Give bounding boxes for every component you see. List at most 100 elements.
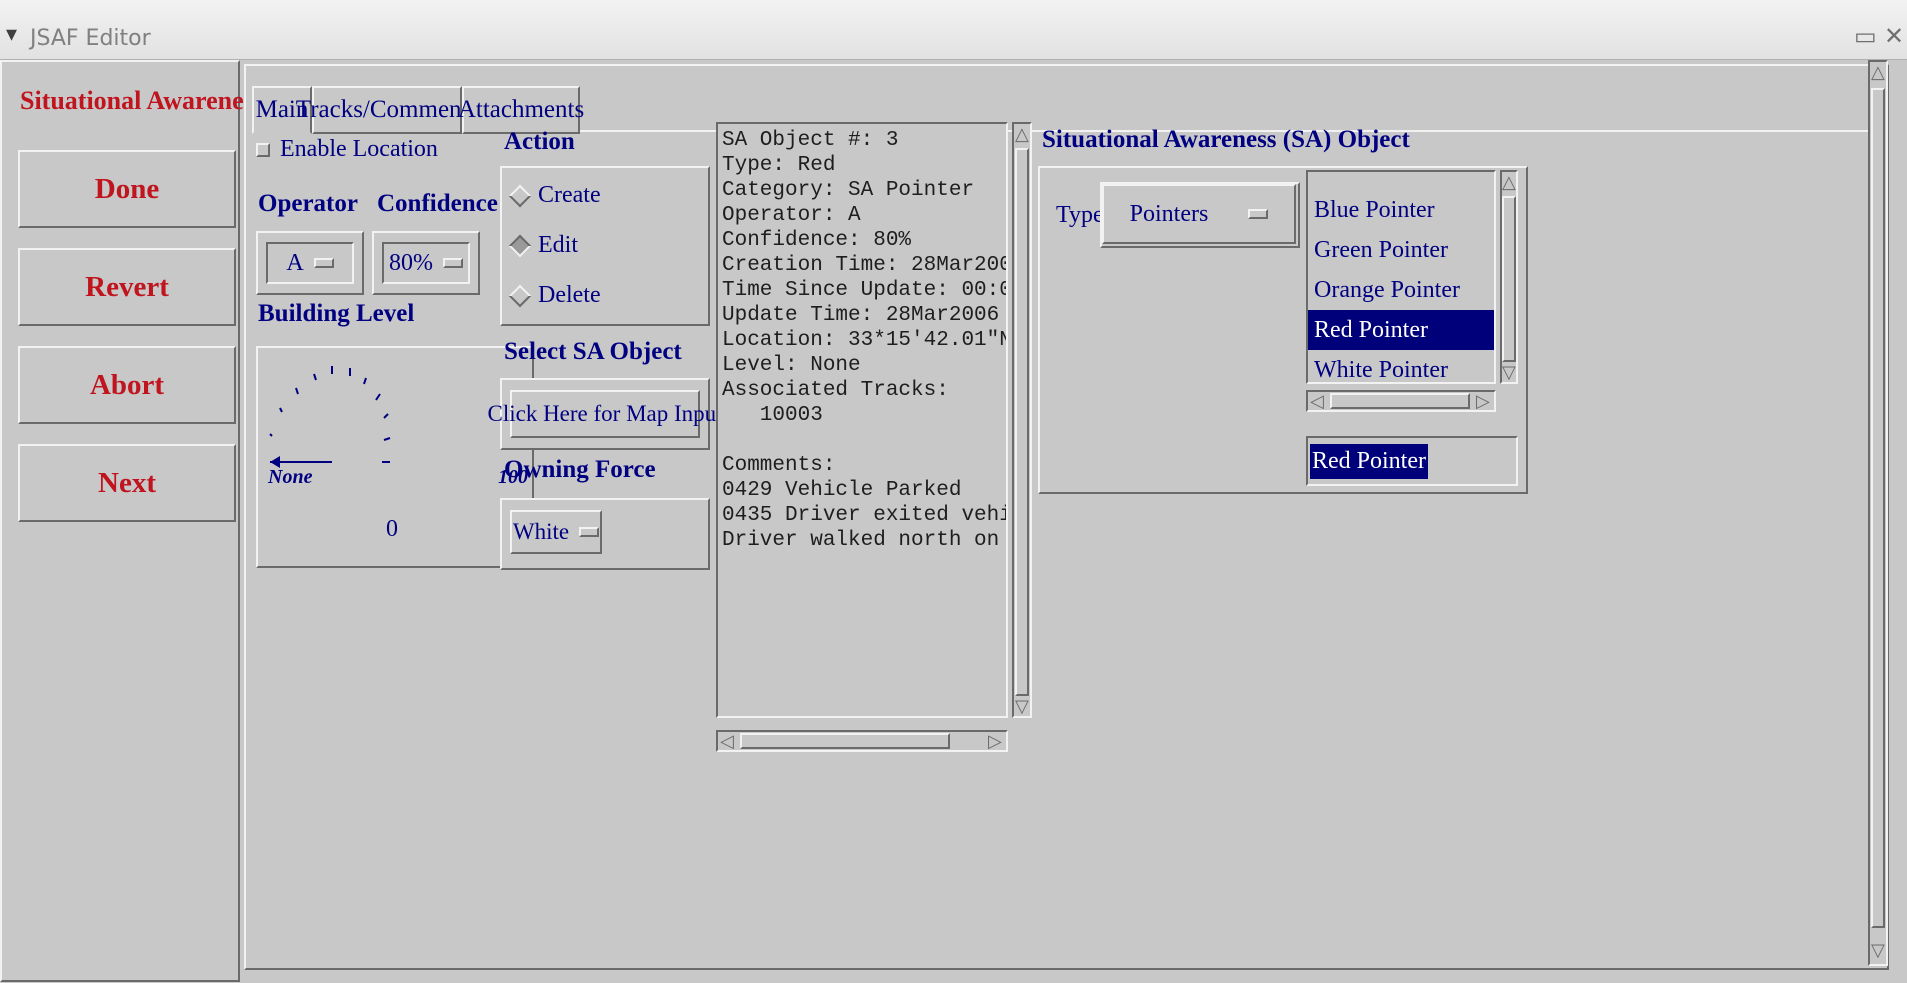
tab-attachments[interactable]: Attachments [458,86,584,134]
window-restore-icon[interactable]: ▭ [1854,24,1877,48]
select-sa-object-label: Select SA Object [504,338,682,365]
confidence-select[interactable]: 80% [372,231,480,295]
type-select[interactable]: Pointers [1102,184,1296,244]
owning-force-select[interactable]: White [510,510,602,554]
operator-value: A [286,249,304,276]
scroll-down-arrow-icon[interactable]: ▽ [1015,698,1029,716]
sa-object-heading: Situational Awareness (SA) Object [1042,126,1410,153]
radio-diamond-icon [508,284,532,307]
listbox-vertical-scrollbar[interactable]: △ ▽ [1500,170,1518,384]
pointer-list-item[interactable]: Blue Pointer [1308,190,1494,230]
map-input-button[interactable]: Click Here for Map Input [487,390,723,438]
radio-diamond-icon [508,234,532,257]
confidence-value: 80% [389,249,433,276]
delete-label: Delete [538,282,601,308]
listbox-horizontal-scrollbar[interactable]: ◁ ▷ [1306,390,1496,412]
close-icon[interactable]: ✕ [1884,24,1904,48]
scroll-thumb[interactable] [1015,148,1029,696]
scroll-thumb[interactable] [1330,393,1470,409]
action-radio-group: Create Edit Delete [500,166,710,326]
details-line: 0435 Driver exited vehicle [722,504,1006,527]
abort-button[interactable]: Abort [18,346,236,424]
create-radio[interactable]: Create [508,182,601,209]
confidence-select-inner[interactable]: 80% [382,242,470,284]
scroll-left-arrow-icon[interactable]: ◁ [1310,393,1324,411]
selection-text: Red Pointer [1310,443,1428,479]
operator-select[interactable]: A [256,231,364,295]
operator-select-inner[interactable]: A [266,242,354,284]
scroll-down-arrow-icon[interactable]: ▽ [1502,364,1516,382]
details-line: Time Since Update: 00:03:25 [722,279,1006,302]
details-line: SA Object #: 3 [722,129,899,152]
option-menu-icon [443,258,463,268]
create-label: Create [538,182,601,208]
pointer-list-item[interactable]: Red Pointer [1308,310,1494,350]
scroll-right-arrow-icon[interactable]: ▷ [988,733,1002,751]
pointer-list-item[interactable]: Orange Pointer [1308,270,1494,310]
option-menu-icon [313,258,334,268]
checkbox-box[interactable] [256,142,270,157]
revert-button[interactable]: Revert [18,248,236,326]
scroll-right-arrow-icon[interactable]: ▷ [1476,393,1490,411]
scroll-up-arrow-icon[interactable]: △ [1502,174,1516,192]
edit-label: Edit [538,232,578,258]
edit-radio[interactable]: Edit [508,232,578,259]
window-vertical-scrollbar[interactable]: △ ▽ [1868,60,1888,966]
delete-radio[interactable]: Delete [508,282,601,309]
scroll-thumb[interactable] [1871,88,1885,928]
type-value: Pointers [1129,200,1209,227]
dial-min-label: None [268,466,313,488]
scroll-thumb[interactable] [1502,196,1516,362]
pointer-list-item[interactable]: White Pointer [1308,350,1494,383]
details-line: Creation Time: 28Mar2006 20:25 [722,254,1006,277]
building-level-dial[interactable]: None 100 0 [256,346,534,568]
option-menu-icon [579,527,600,537]
sidebar-heading: Situational Awareness [20,86,264,115]
action-label: Action [504,128,575,155]
details-horizontal-scrollbar[interactable]: ◁ ▷ [716,730,1008,752]
scroll-thumb[interactable] [740,733,950,749]
scroll-left-arrow-icon[interactable]: ◁ [720,733,734,751]
confidence-label: Confidence [377,190,498,217]
type-select-frame: Pointers [1100,182,1300,248]
details-line: Operator: A [722,204,861,227]
scroll-up-arrow-icon[interactable]: △ [1015,126,1029,144]
map-input-frame: Click Here for Map Input [487,378,723,450]
details-line: Update Time: 28Mar2006 20:28 [722,304,1000,327]
details-line: Driver walked north on Touland D [722,529,1000,552]
details-vertical-scrollbar[interactable]: △ ▽ [1012,122,1032,718]
dial-value: 0 [386,516,398,542]
pointer-list-item[interactable]: Green Pointer [1308,230,1494,270]
building-level-label: Building Level [258,300,415,327]
action-sidebar: Situational Awareness Done Revert Abort … [0,60,264,982]
scroll-up-arrow-icon[interactable]: △ [1871,64,1885,82]
sa-object-panel: Type: Pointers Blue Pointer Green Pointer… [1038,166,1528,494]
enable-location-label: Enable Location [280,136,438,162]
next-button[interactable]: Next [18,444,236,522]
details-line: Type: Red [722,154,836,177]
pointer-listbox[interactable]: Blue Pointer Green Pointer Orange Pointer R… [1306,170,1496,384]
chevron-down-icon[interactable]: ▾ [6,22,17,47]
details-text-lines: SA Object #: 3 Type: Red Category: SA Poin… [722,128,1006,553]
window-titlebar: ▾ JSAF Editor ▭ ✕ [0,0,1907,60]
details-line: 10003 [722,404,823,427]
owning-force-value: White [512,519,570,544]
details-line: Location: 33*15'42.01"N 44*16'28 [722,329,1006,352]
option-menu-icon [1248,209,1269,219]
window-title: JSAF Editor [30,26,151,51]
done-button[interactable]: Done [18,150,236,228]
sa-object-details-text[interactable]: SA Object #: 3 Type: Red Category: SA Poin… [716,122,1008,718]
details-line: Category: SA Pointer [722,179,975,202]
tab-tracks-comments[interactable]: Tracks/Comments [296,86,478,134]
details-line: Confidence: 80% [722,229,912,252]
details-line: Associated Tracks: [722,379,949,402]
owning-force-label: Owning Force [504,456,656,483]
details-line: Comments: [722,454,836,477]
details-line: Level: None [722,354,861,377]
scroll-down-arrow-icon[interactable]: ▽ [1871,942,1885,960]
details-line: 0429 Vehicle Parked [722,479,962,502]
enable-location-checkbox[interactable]: Enable Location [256,136,438,163]
selection-field[interactable]: Red Pointer [1306,436,1518,486]
operator-label: Operator [258,190,358,217]
pointer-list: Blue Pointer Green Pointer Orange Pointer R… [1308,190,1494,383]
